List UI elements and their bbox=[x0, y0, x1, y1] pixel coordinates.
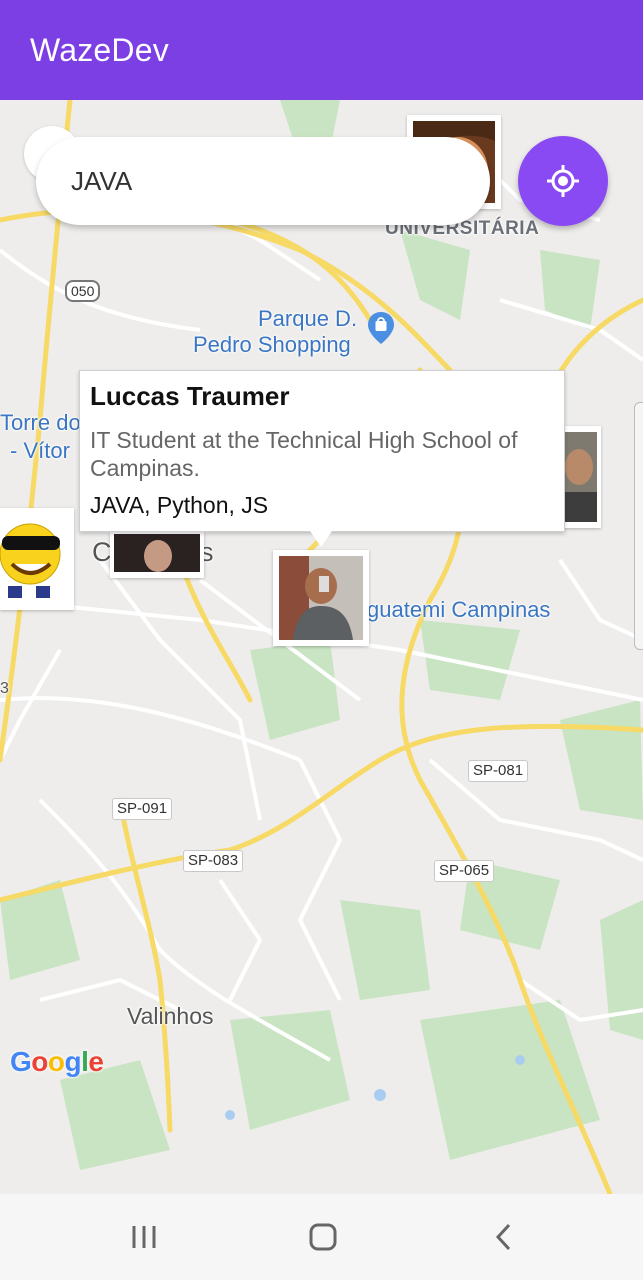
dev-info-callout[interactable]: Luccas Traumer IT Student at the Technic… bbox=[79, 370, 565, 532]
locate-button[interactable] bbox=[518, 136, 608, 226]
shopping-pin-icon[interactable] bbox=[366, 310, 396, 346]
road-shield-sp083: SP-083 bbox=[183, 850, 244, 872]
back-icon bbox=[495, 1223, 511, 1251]
map-base bbox=[0, 100, 643, 1194]
road-shield-050: 050 bbox=[65, 280, 101, 302]
recent-apps-icon bbox=[132, 1226, 156, 1248]
road-shield-sp091: SP-091 bbox=[112, 798, 173, 820]
place-label-torre-line2: - Vítor bbox=[10, 438, 70, 463]
road-shield-sp065: SP-065 bbox=[434, 860, 495, 882]
dev-marker-avatar[interactable] bbox=[110, 532, 204, 578]
callout-name: Luccas Traumer bbox=[90, 381, 290, 411]
google-logo: Google bbox=[10, 1046, 104, 1077]
map-view[interactable]: UNIVERSITÁRIA Parque D. Pedro Shopping T… bbox=[0, 100, 643, 1194]
map-side-handle[interactable] bbox=[634, 402, 643, 650]
back-button[interactable] bbox=[444, 1194, 564, 1280]
avatar-photo bbox=[114, 534, 200, 572]
place-label-parque-line2[interactable]: Pedro Shopping bbox=[193, 332, 351, 358]
dev-marker-avatar-selected[interactable] bbox=[273, 550, 369, 646]
place-label-parque-line1[interactable]: Parque D. bbox=[258, 306, 357, 332]
my-location-icon bbox=[547, 165, 579, 197]
app-title: WazeDev bbox=[30, 32, 169, 68]
home-button[interactable] bbox=[263, 1194, 383, 1280]
search-input[interactable] bbox=[36, 137, 490, 225]
place-label-campinas-fragment: C bbox=[92, 537, 112, 567]
home-icon bbox=[309, 1223, 337, 1251]
callout-bio: IT Student at the Technical High School … bbox=[90, 427, 518, 481]
recent-apps-button[interactable] bbox=[84, 1194, 204, 1280]
place-label-edge: 3 bbox=[0, 680, 9, 697]
avatar-photo bbox=[279, 556, 363, 640]
system-nav-bar bbox=[0, 1194, 643, 1280]
dev-marker-avatar[interactable] bbox=[0, 508, 74, 610]
road-shield-sp081: SP-081 bbox=[468, 760, 529, 782]
callout-techs: JAVA, Python, JS bbox=[90, 492, 269, 518]
place-label-iguatemi: guatemi Campinas bbox=[367, 597, 551, 622]
callout-tail bbox=[310, 531, 332, 547]
app-bar: WazeDev bbox=[0, 0, 643, 100]
place-label-valinhos: Valinhos bbox=[127, 1003, 214, 1029]
place-label-torre-line1: Torre do bbox=[0, 410, 81, 435]
emoji-cool-face-icon bbox=[0, 514, 70, 604]
